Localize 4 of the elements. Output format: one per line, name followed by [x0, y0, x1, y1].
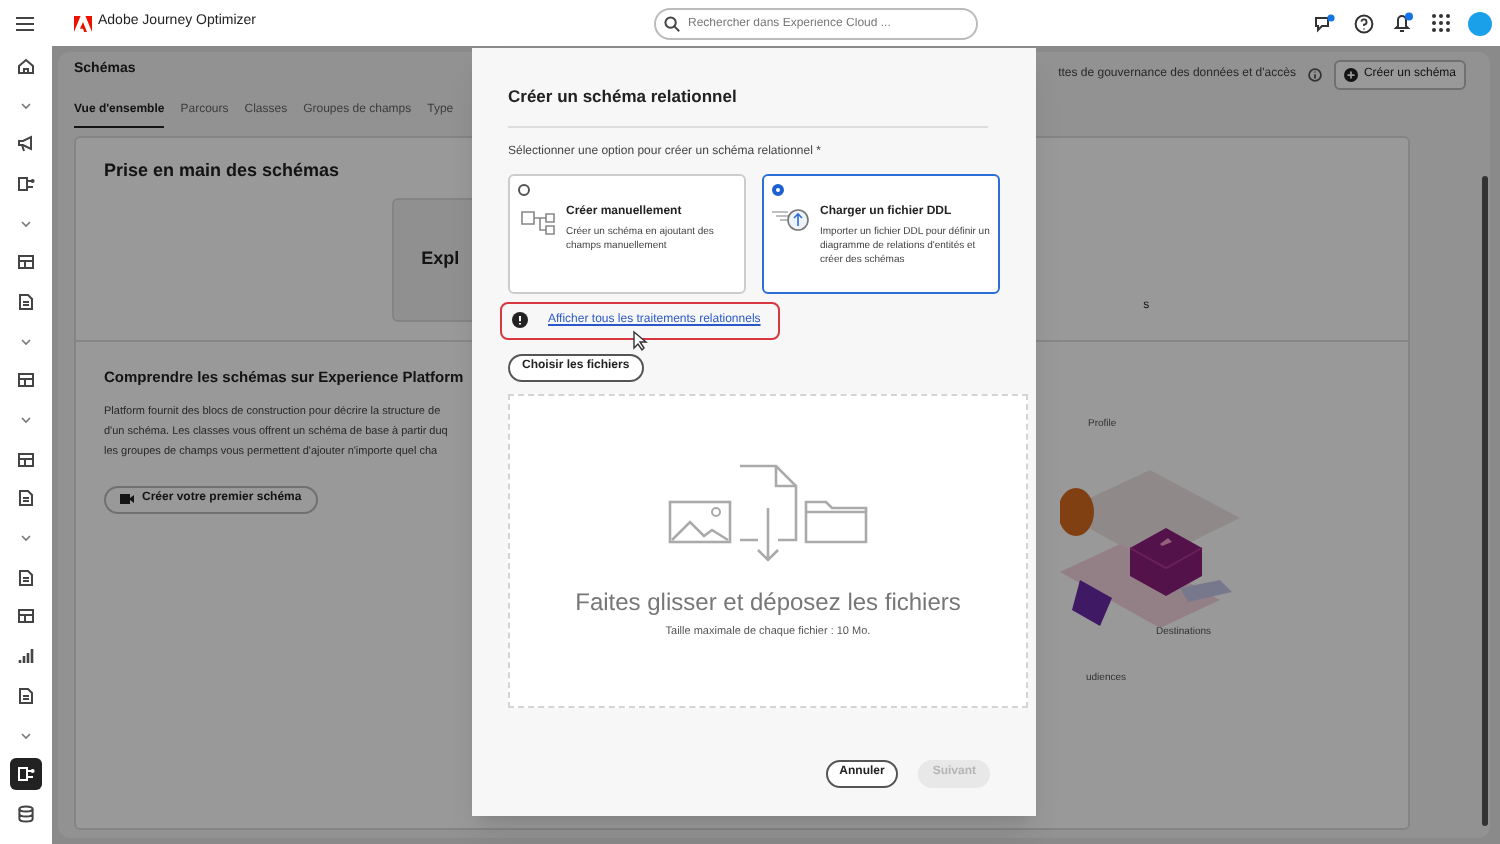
dropzone-title: Faites glisser et déposez les fichiers: [575, 585, 961, 620]
section-title: Prise en main des schémas: [104, 157, 340, 183]
card-title: Expl: [421, 245, 460, 272]
dialog-title: Créer un schéma relationnel: [508, 84, 739, 110]
